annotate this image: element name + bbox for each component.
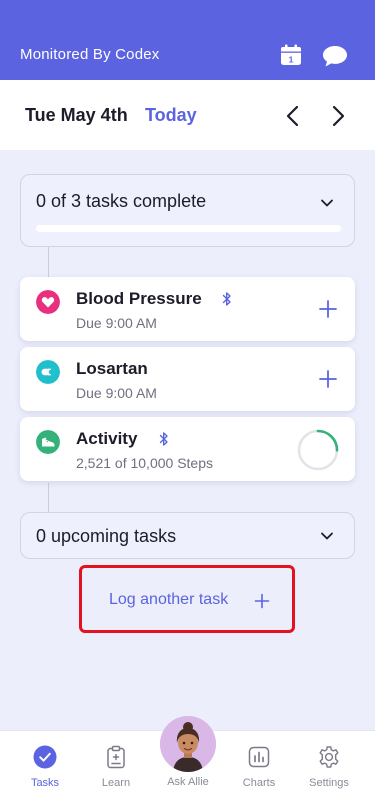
timeline-connector (48, 247, 49, 277)
check-circle-icon (33, 745, 57, 769)
avatar-icon (160, 716, 216, 772)
bar-chart-icon (248, 746, 270, 768)
upcoming-tasks-label: 0 upcoming tasks (36, 526, 177, 546)
log-another-task-label: Log another task (109, 591, 229, 608)
task-progress-label: 0 of 3 tasks complete (36, 191, 207, 211)
task-title: Blood Pressure (76, 289, 202, 308)
task-card-losartan[interactable]: Losartan Due 9:00 AM (20, 347, 355, 411)
task-due-time: Due 9:00 AM (76, 385, 157, 401)
tab-label: Tasks (30, 777, 60, 789)
chevron-down-icon[interactable] (319, 195, 335, 211)
gear-icon (319, 746, 339, 768)
tab-label: Settings (309, 777, 349, 789)
clipboard-icon (107, 745, 125, 769)
task-progress-card[interactable]: 0 of 3 tasks complete (20, 174, 355, 247)
tab-tasks[interactable]: Tasks (10, 731, 80, 812)
task-title: Activity (76, 429, 138, 448)
log-another-task-button[interactable]: Log another task (79, 565, 295, 633)
today-link[interactable]: Today (145, 105, 197, 126)
chevron-down-icon[interactable] (319, 528, 335, 544)
add-icon[interactable] (318, 299, 338, 319)
task-progress-bar (36, 225, 341, 232)
calendar-day-number: 1 (289, 55, 294, 65)
calendar-icon[interactable]: 1 (280, 44, 302, 66)
task-card-blood-pressure[interactable]: Blood Pressure Due 9:00 AM (20, 277, 355, 341)
date-bar: Tue May 4th Today (0, 80, 375, 150)
timeline-connector (48, 483, 49, 512)
chevron-left-icon[interactable] (281, 104, 305, 128)
app-header: Monitored By Codex 1 (0, 0, 375, 80)
bluetooth-icon (222, 292, 231, 306)
tasks-content: 0 of 3 tasks complete Blood Pressure Due… (0, 150, 375, 730)
task-title: Losartan (76, 359, 148, 378)
ask-allie-label: Ask Allie (167, 776, 209, 788)
tab-charts[interactable]: Charts (224, 731, 294, 812)
bluetooth-icon (159, 432, 168, 446)
chat-bubble-icon[interactable] (322, 44, 348, 68)
monitored-by-label: Monitored By Codex (20, 46, 160, 63)
step-progress-ring[interactable] (296, 428, 340, 472)
task-card-activity[interactable]: Activity 2,521 of 10,000 Steps (20, 417, 355, 481)
tab-label: Charts (242, 777, 276, 789)
current-date: Tue May 4th (25, 105, 128, 125)
shoe-icon (36, 430, 60, 454)
ask-allie-avatar[interactable] (160, 716, 216, 772)
tab-label: Learn (101, 777, 131, 789)
add-icon (254, 593, 270, 609)
tab-learn[interactable]: Learn (81, 731, 151, 812)
upcoming-tasks-card[interactable]: 0 upcoming tasks (20, 512, 355, 559)
pill-icon (36, 360, 60, 384)
tab-settings[interactable]: Settings (294, 731, 364, 812)
task-due-time: Due 9:00 AM (76, 315, 157, 331)
step-count: 2,521 of 10,000 Steps (76, 455, 213, 471)
add-icon[interactable] (318, 369, 338, 389)
chevron-right-icon[interactable] (326, 104, 350, 128)
heart-icon (36, 290, 60, 314)
